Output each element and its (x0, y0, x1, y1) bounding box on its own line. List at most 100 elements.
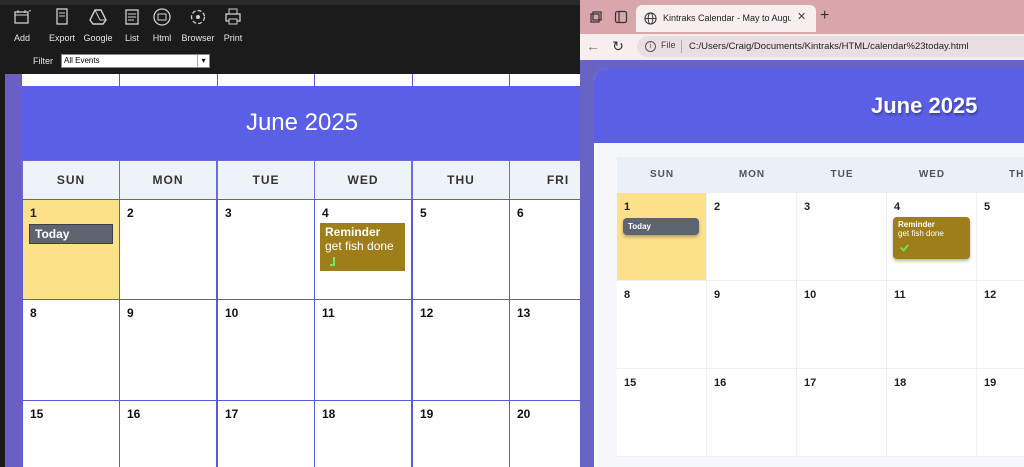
day-number: 11 (322, 306, 335, 320)
day-number: 20 (517, 407, 531, 421)
day-cell[interactable]: 12 (412, 299, 510, 401)
previous-row-strip (22, 74, 580, 86)
weekday-header: TH (977, 157, 1024, 193)
filter-row: Filter All Events ▾ (0, 53, 580, 69)
calendar-edge-bar (5, 74, 22, 467)
left-calendar-view: June 2025 SUN MON TUE WED THU FRI 1 Toda… (5, 74, 580, 467)
tab-actions-icon[interactable] (614, 10, 628, 24)
weekday-header: SUN (617, 157, 707, 193)
new-tab-button[interactable]: + (820, 7, 829, 25)
day-cell[interactable]: 16 (707, 369, 797, 457)
day-number: 17 (225, 407, 239, 421)
page-viewport: June 2025 SUN MON TUE WED TH 1 Today 2 3 (580, 60, 1024, 467)
day-number: 2 (714, 201, 721, 213)
scheme-label: File (661, 40, 676, 50)
day-cell[interactable]: 16 (119, 400, 217, 467)
day-cell[interactable]: 5 (977, 193, 1024, 281)
checkmark-icon (900, 242, 909, 252)
filter-value: All Events (64, 56, 100, 65)
day-number: 1 (624, 201, 631, 213)
day-cell[interactable]: 12 (977, 281, 1024, 369)
day-number: 10 (804, 289, 817, 301)
address-bar[interactable]: i File C:/Users/Craig/Documents/Kintraks… (637, 36, 1024, 57)
day-cell[interactable]: 11 (887, 281, 977, 369)
weekday-header: MON (707, 157, 797, 193)
day-number: 11 (894, 289, 906, 301)
day-cell[interactable]: 18 (314, 400, 412, 467)
day-number: 15 (624, 377, 637, 389)
weekday-header: TUE (797, 157, 887, 193)
day-cell-today[interactable]: 1 Today (617, 193, 707, 281)
day-cell[interactable]: 9 (119, 299, 217, 401)
day-number: 2 (127, 206, 134, 220)
day-cell[interactable]: 3 (217, 199, 315, 300)
day-cell[interactable]: 6 (509, 199, 580, 300)
calendar-add-icon (14, 10, 31, 24)
day-number: 8 (30, 306, 37, 320)
weekday-header: TUE (217, 160, 315, 200)
day-cell[interactable]: 18 (887, 369, 977, 457)
day-cell[interactable]: 17 (217, 400, 315, 467)
calendar-card: June 2025 SUN MON TUE WED TH 1 Today 2 3 (594, 68, 1024, 467)
day-number: 12 (420, 306, 434, 320)
toolbar: Add Export Google List Html Browser Prin… (0, 8, 580, 48)
day-cell[interactable]: 4 Reminder get fish done (314, 199, 412, 300)
day-cell[interactable]: 13 (509, 299, 580, 401)
month-title: June 2025 (22, 86, 580, 160)
tab-kintraks-calendar[interactable]: Kintraks Calendar - May to August ✕ (636, 5, 816, 32)
day-cell[interactable]: 8 (22, 299, 120, 401)
event-reminder[interactable]: Reminder get fish done (893, 217, 970, 259)
add-button[interactable]: Add (0, 8, 44, 43)
day-cell[interactable]: 10 (217, 299, 315, 401)
day-cell[interactable]: 17 (797, 369, 887, 457)
day-number: 9 (714, 289, 721, 301)
list-icon (125, 9, 139, 25)
weekday-header: FRI (509, 160, 580, 200)
day-number: 10 (225, 306, 239, 320)
day-cell[interactable]: 8 (617, 281, 707, 369)
day-number: 12 (984, 289, 997, 301)
back-icon[interactable]: ← (585, 38, 601, 54)
day-number: 4 (894, 201, 901, 213)
day-number: 4 (322, 206, 329, 220)
day-number: 8 (624, 289, 631, 301)
browser-window: Kintraks Calendar - May to August ✕ + ← … (580, 0, 1024, 467)
reload-icon[interactable]: ↻ (610, 38, 626, 54)
day-cell[interactable]: 19 (412, 400, 510, 467)
day-cell[interactable]: 11 (314, 299, 412, 401)
day-cell[interactable]: 2 (707, 193, 797, 281)
html-icon (153, 8, 171, 26)
print-button[interactable]: Print (211, 8, 255, 43)
close-tab-icon[interactable]: ✕ (797, 10, 806, 23)
day-cell[interactable]: 15 (22, 400, 120, 467)
day-cell[interactable]: 15 (617, 369, 707, 457)
filter-select[interactable]: All Events ▾ (61, 54, 210, 68)
weekday-header: SUN (22, 160, 120, 200)
event-reminder[interactable]: Reminder get fish done (320, 223, 405, 271)
url-text: C:/Users/Craig/Documents/Kintraks/HTML/c… (689, 41, 969, 52)
day-cell-today[interactable]: 1 Today (22, 199, 120, 300)
event-title: Reminder (898, 220, 935, 229)
address-toolbar: ← ↻ i File C:/Users/Craig/Documents/Kint… (580, 34, 1024, 60)
left-calendar-grid: June 2025 SUN MON TUE WED THU FRI 1 Toda… (22, 74, 580, 467)
kintraks-app-window: Add Export Google List Html Browser Prin… (0, 0, 580, 467)
day-cell[interactable]: 4 Reminder get fish done (887, 193, 977, 281)
browser-icon (190, 9, 206, 25)
day-number: 18 (322, 407, 336, 421)
day-cell[interactable]: 2 (119, 199, 217, 300)
day-number: 5 (420, 206, 427, 220)
tab-bar: Kintraks Calendar - May to August ✕ + (580, 0, 1024, 34)
today-badge: Today (623, 218, 699, 235)
day-cell[interactable]: 10 (797, 281, 887, 369)
day-number: 18 (894, 377, 907, 389)
day-cell[interactable]: 3 (797, 193, 887, 281)
day-cell[interactable]: 20 (509, 400, 580, 467)
info-icon[interactable]: i (645, 41, 656, 52)
day-cell[interactable]: 5 (412, 199, 510, 300)
day-cell[interactable]: 19 (977, 369, 1024, 457)
workspaces-icon[interactable] (589, 10, 603, 24)
day-number: 13 (517, 306, 531, 320)
weekday-header: WED (314, 160, 412, 200)
day-cell[interactable]: 9 (707, 281, 797, 369)
weekday-header: THU (412, 160, 510, 200)
